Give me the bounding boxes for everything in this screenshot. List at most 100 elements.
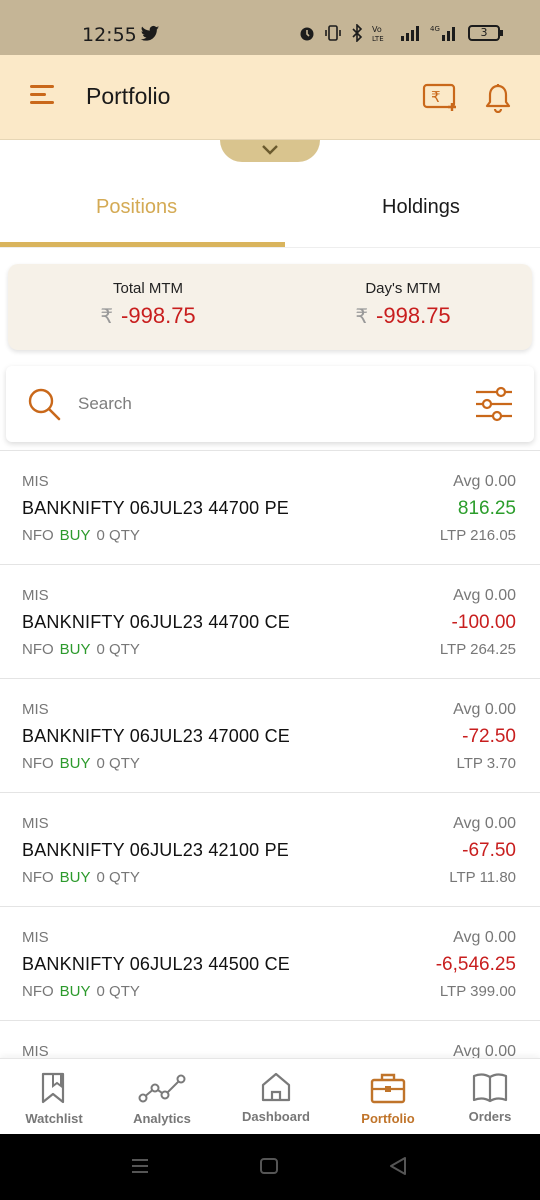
bookmark-icon: [41, 1072, 65, 1104]
menu-icon[interactable]: [30, 85, 54, 105]
total-mtm-value: -998.75: [121, 303, 196, 328]
exchange: NFO: [22, 869, 54, 886]
ltp: LTP 3.70: [456, 755, 517, 772]
symbol: BANKNIFTY 06JUL23 47000 CE: [22, 726, 291, 746]
filter-icon[interactable]: [474, 386, 514, 422]
book-icon: [472, 1073, 508, 1103]
product-type: MIS: [22, 587, 49, 604]
search-icon[interactable]: [26, 386, 62, 422]
ltp: LTP 399.00: [439, 983, 516, 1000]
status-time: 12:55: [82, 24, 137, 46]
qty-label: QTY: [109, 527, 140, 544]
position-row[interactable]: MIS BANKNIFTY 06JUL23 47000 CE NFO BUY 0 Q…: [0, 678, 540, 792]
nav-dashboard[interactable]: Dashboard: [222, 1071, 330, 1124]
qty: 0: [96, 755, 105, 772]
add-funds-icon[interactable]: ₹: [422, 81, 460, 113]
tab-holdings[interactable]: Holdings: [382, 196, 460, 219]
battery-icon: 3: [468, 25, 503, 41]
recent-apps-icon[interactable]: [130, 1156, 150, 1176]
avg-price: Avg 0.00: [453, 473, 516, 490]
nav-orders[interactable]: Orders: [436, 1071, 540, 1124]
qty: 0: [96, 641, 105, 658]
day-mtm-value: -998.75: [376, 303, 451, 328]
twitter-icon: [140, 25, 160, 41]
total-mtm: Total MTM ₹ -998.75: [48, 280, 248, 329]
exchange: NFO: [22, 983, 54, 1000]
nav-label: Dashboard: [242, 1109, 310, 1124]
bell-icon[interactable]: [484, 83, 512, 113]
nav-watchlist[interactable]: Watchlist: [0, 1071, 108, 1126]
status-icons: Vo LTE 4G 3: [298, 24, 503, 42]
position-meta: NFO BUY 0 QTY: [22, 641, 140, 658]
pnl: -72.50: [462, 726, 516, 747]
nav-label: Analytics: [133, 1111, 191, 1126]
search-input[interactable]: [78, 390, 438, 418]
qty: 0: [96, 869, 105, 886]
day-mtm: Day's MTM ₹ -998.75: [303, 280, 503, 329]
symbol: BANKNIFTY 06JUL23 44700 PE: [22, 498, 290, 518]
position-row[interactable]: MIS BANKNIFTY 06JUL23 44700 PE NFO BUY 0 Q…: [0, 450, 540, 564]
bottom-nav: Watchlist Analytics Dashboard Portfolio: [0, 1058, 540, 1134]
home-button-icon[interactable]: [259, 1156, 279, 1176]
exchange: NFO: [22, 755, 54, 772]
qty-label: QTY: [109, 755, 140, 772]
pnl: 816.25: [457, 498, 516, 519]
position-row[interactable]: MIS BANKNIFTY 06JUL23 42100 PE NFO BUY 0 Q…: [0, 792, 540, 906]
nav-label: Watchlist: [25, 1111, 83, 1126]
svg-text:4G: 4G: [430, 25, 440, 33]
avg-price: Avg 0.00: [453, 587, 516, 604]
active-tab-indicator: [0, 242, 285, 247]
bluetooth-icon: [352, 24, 363, 42]
position-meta: NFO BUY 0 QTY: [22, 869, 140, 886]
mtm-summary-card: Total MTM ₹ -998.75 Day's MTM ₹ -998.75: [8, 264, 532, 350]
vibrate-icon: [325, 25, 341, 41]
signal-4g-icon: 4G: [430, 25, 455, 41]
nav-analytics[interactable]: Analytics: [108, 1071, 216, 1126]
product-type: MIS: [22, 929, 49, 946]
analytics-icon: [138, 1074, 186, 1103]
qty: 0: [96, 527, 105, 544]
ltp: LTP 11.80: [449, 869, 516, 886]
nav-label: Orders: [468, 1109, 512, 1124]
chevron-down-icon: [262, 145, 278, 155]
svg-text:Vo: Vo: [372, 25, 382, 34]
page-title: Portfolio: [86, 83, 171, 109]
nav-portfolio[interactable]: Portfolio: [334, 1071, 442, 1126]
product-type: MIS: [22, 701, 49, 718]
rupee-icon: ₹: [355, 306, 369, 328]
search-bar: [6, 366, 534, 442]
pnl: -67.50: [462, 840, 516, 861]
total-mtm-value-row: ₹ -998.75: [48, 303, 248, 329]
avg-price: Avg 0.00: [453, 815, 516, 832]
side: BUY: [59, 755, 91, 772]
briefcase-icon: [370, 1073, 406, 1104]
position-row[interactable]: MIS BANKNIFTY 06JUL23 44700 CE NFO BUY 0 Q…: [0, 564, 540, 678]
signal-icon: [401, 26, 419, 41]
symbol: BANKNIFTY 06JUL23 44700 CE: [22, 612, 291, 632]
position-row[interactable]: MIS BANKNIFTY 06JUL23 44500 CE NFO BUY 0 Q…: [0, 906, 540, 1020]
product-type: MIS: [22, 815, 49, 832]
volte-icon: VoLTE: [372, 25, 384, 42]
product-type: MIS: [22, 473, 49, 490]
avg-price: Avg 0.00: [453, 929, 516, 946]
side: BUY: [59, 869, 91, 886]
position-meta: NFO BUY 0 QTY: [22, 527, 140, 544]
svg-text:LTE: LTE: [372, 35, 384, 42]
svg-text:₹: ₹: [431, 88, 441, 106]
collapse-toggle[interactable]: [220, 140, 320, 162]
position-meta: NFO BUY 0 QTY: [22, 755, 140, 772]
home-icon: [261, 1072, 291, 1102]
alarm-icon: [300, 27, 314, 41]
system-nav-bar: [0, 1134, 540, 1200]
qty-label: QTY: [109, 641, 140, 658]
pnl: -100.00: [451, 612, 516, 633]
nav-label: Portfolio: [361, 1111, 415, 1126]
day-mtm-label: Day's MTM: [365, 280, 441, 297]
avg-price: Avg 0.00: [453, 701, 516, 718]
back-button-icon[interactable]: [388, 1156, 408, 1176]
exchange: NFO: [22, 641, 54, 658]
position-row[interactable]: MIS Avg 0.00: [0, 1020, 540, 1060]
side: BUY: [59, 641, 91, 658]
side: BUY: [59, 983, 91, 1000]
tab-positions[interactable]: Positions: [96, 196, 177, 219]
